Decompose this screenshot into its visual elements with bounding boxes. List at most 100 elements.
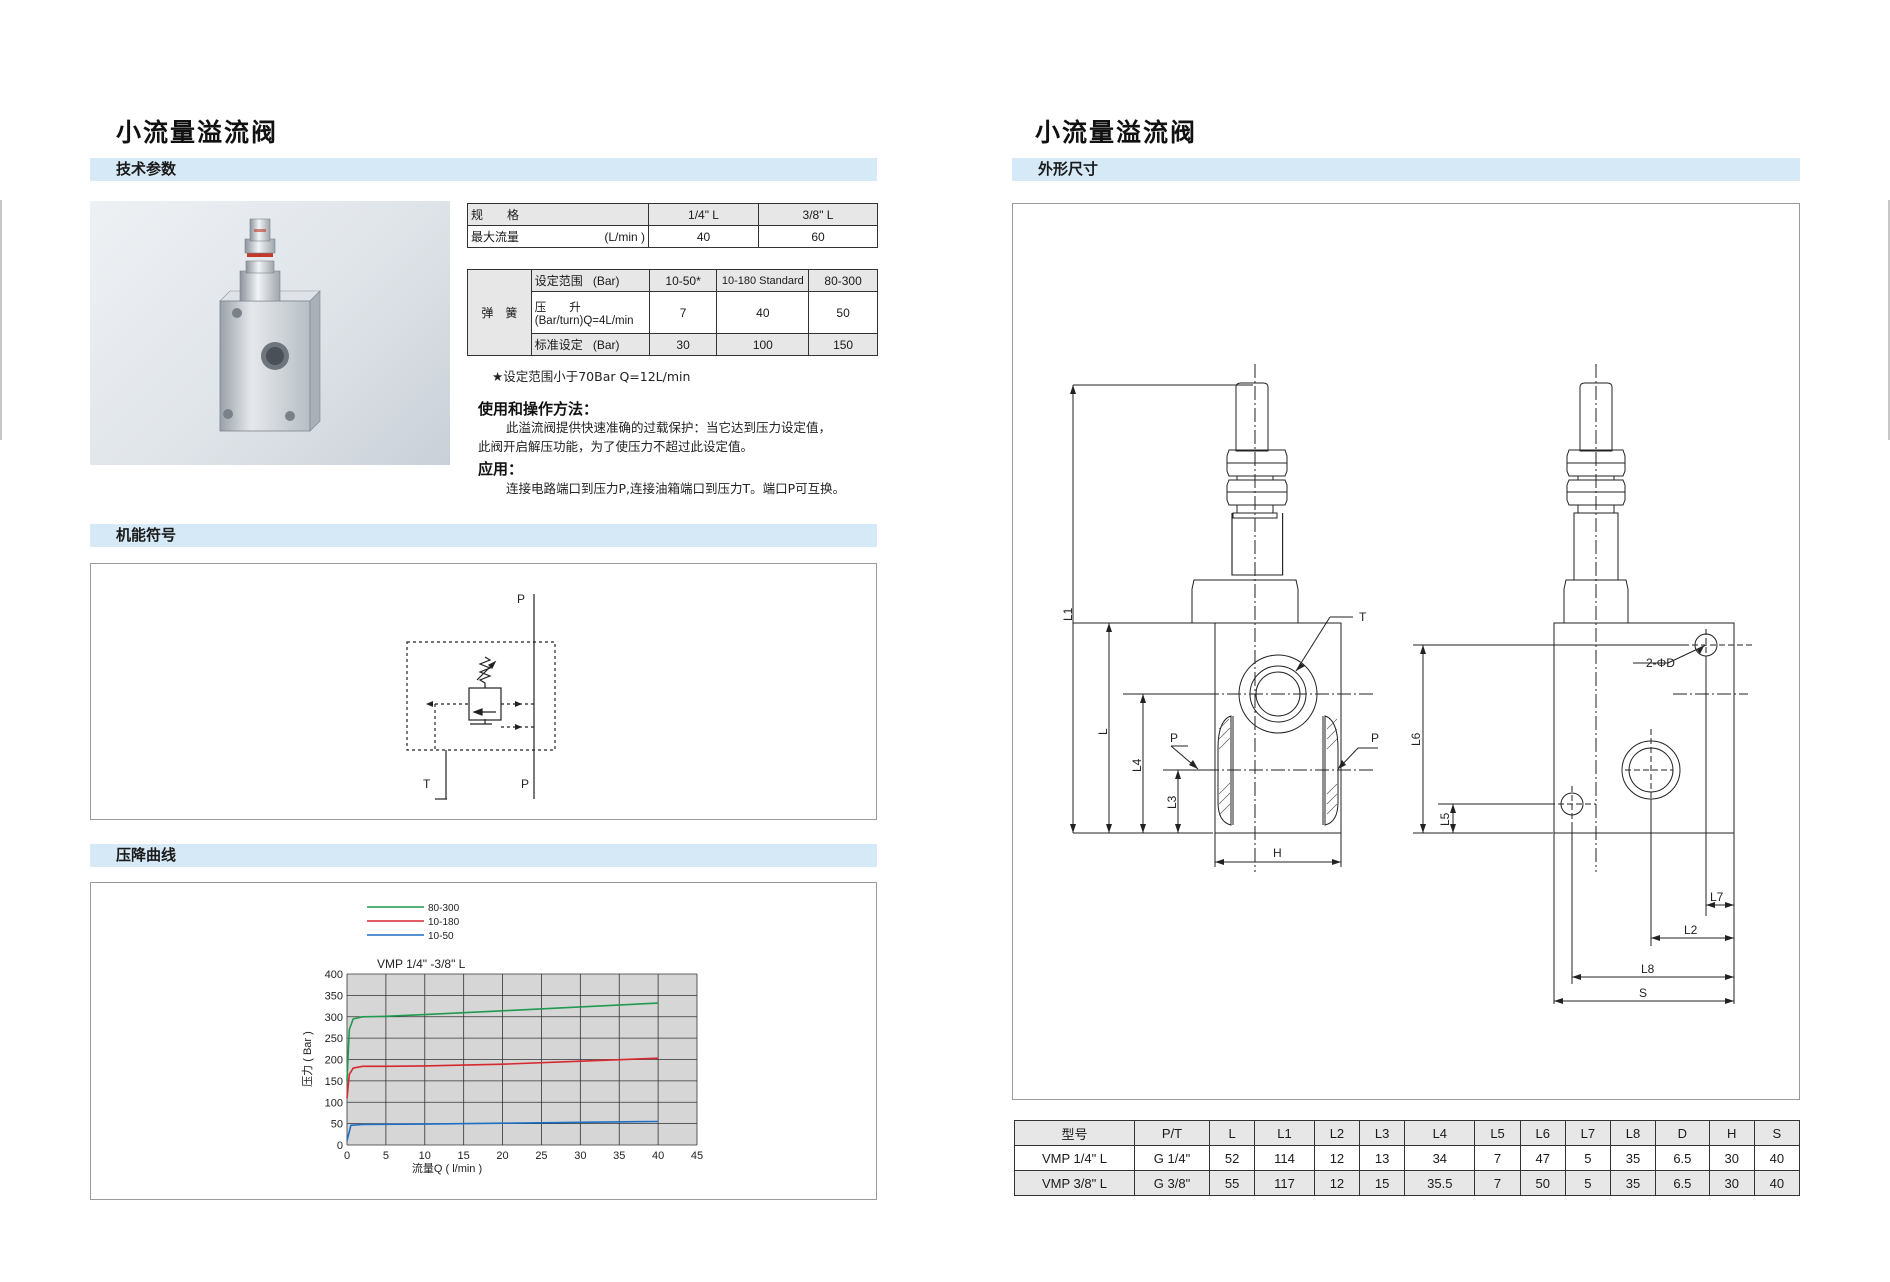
row-label: 标准设定: [534, 338, 583, 352]
table-cell: 50: [808, 291, 878, 334]
dim-label-l4: L4: [1130, 758, 1144, 772]
table-cell: 标准设定 (Bar): [530, 333, 650, 356]
left-page-title: 小流量溢流阀: [116, 118, 279, 147]
y-tick-label: 150: [325, 1076, 343, 1088]
apply-text: 连接电路端口到压力P,连接油箱端口到压力T。端口P可互换。: [506, 481, 846, 496]
spec-table: 规 格 1/4" L 3/8" L 最大流量 (L/min ) 40 60: [467, 203, 878, 248]
table-header-cell: P/T: [1134, 1120, 1210, 1146]
table-row: 最大流量 (L/min ) 40 60: [467, 225, 878, 248]
table-cell: 7: [648, 291, 718, 334]
table-cell: 114: [1254, 1145, 1315, 1171]
x-tick-label: 25: [535, 1150, 547, 1162]
dim-label-l5: L5: [1438, 812, 1452, 826]
table-cell: VMP 1/4" L: [1014, 1145, 1135, 1171]
symbol-label-p-bottom: P: [521, 777, 529, 791]
table-header-cell: H: [1708, 1120, 1755, 1146]
usage-line-1: 此溢流阀提供快速准确的过载保护：当它达到压力设定值，: [506, 420, 832, 435]
table-cell: G 3/8": [1134, 1170, 1210, 1196]
x-tick-label: 10: [419, 1150, 431, 1162]
row-label: 设定范围: [534, 274, 583, 288]
table-cell: 1/4" L: [648, 203, 759, 226]
drawing-frame: L1 L L4 L3 H T P P 2-ΦD L6 L5 L7 L2 L8 S: [1012, 203, 1800, 1100]
table-cell: 设定范围 (Bar): [530, 269, 650, 292]
symbol-frame: P P T: [90, 563, 877, 820]
table-cell: 30: [1708, 1145, 1755, 1171]
pressure-drop-chart: 0 5 10 15 20 25 30 35 40 45 0 50 100 150 200 250 300 350 4…: [301, 903, 703, 1175]
table-cell: 34: [1404, 1145, 1476, 1171]
y-tick-label: 400: [325, 969, 343, 981]
table-header-cell: L3: [1358, 1120, 1406, 1146]
section-pressure-curve: 压降曲线: [90, 844, 877, 867]
table-cell: 150: [808, 333, 878, 356]
table-cell: 12: [1313, 1145, 1361, 1171]
page-edge-mark: [0, 200, 2, 440]
table-row: VMP 3/8" L G 3/8" 55 117 12 15 35.5 7 50…: [1014, 1170, 1801, 1196]
table-cell: 5: [1564, 1145, 1611, 1171]
table-header-cell: L2: [1313, 1120, 1361, 1146]
x-tick-label: 40: [652, 1150, 664, 1162]
y-tick-label: 250: [325, 1033, 343, 1045]
table-cell: 10-180 Standard: [716, 269, 810, 292]
x-tick-label: 15: [458, 1150, 470, 1162]
table-cell: 35.5: [1404, 1170, 1476, 1196]
table-cell: 40: [1753, 1170, 1801, 1196]
legend-label: 80-300: [428, 903, 460, 914]
dim-label-l3: L3: [1165, 795, 1179, 809]
table-header-cell: L5: [1474, 1120, 1521, 1146]
x-tick-label: 0: [344, 1150, 350, 1162]
dim-label-phid: 2-ΦD: [1646, 656, 1675, 670]
dimension-drawing: L1 L L4 L3 H T P P 2-ΦD L6 L5 L7 L2 L8 S: [1061, 364, 1755, 1004]
table-row: 规 格 1/4" L 3/8" L: [467, 203, 878, 226]
table-cell: 6.5: [1655, 1145, 1710, 1171]
symbol-label-p-top: P: [517, 592, 525, 606]
table-cell: 52: [1208, 1145, 1256, 1171]
table-cell: 60: [758, 225, 878, 248]
symbol-boundary: [406, 641, 556, 751]
table-header-cell: S: [1753, 1120, 1801, 1146]
table-cell: G 1/4": [1134, 1145, 1210, 1171]
x-tick-label: 35: [613, 1150, 625, 1162]
table-cell: 47: [1519, 1145, 1566, 1171]
legend-label: 10-180: [428, 917, 460, 928]
hydraulic-symbol: P P T: [406, 592, 556, 800]
table-cell: 30: [1708, 1170, 1755, 1196]
table-cell: 35: [1609, 1170, 1657, 1196]
dim-label-l: L: [1096, 728, 1110, 735]
table-cell: 55: [1208, 1170, 1256, 1196]
table-header-cell: L8: [1609, 1120, 1657, 1146]
side-view: [1413, 364, 1755, 1004]
table-cell: (L/min ): [564, 225, 650, 248]
table-cell: 100: [716, 333, 810, 356]
table-cell: 50: [1519, 1170, 1566, 1196]
dim-label-l1: L1: [1061, 607, 1075, 621]
dim-label-l6: L6: [1409, 732, 1423, 746]
usage-heading: 使用和操作方法：: [478, 400, 599, 418]
table-header-cell: L6: [1519, 1120, 1566, 1146]
y-tick-label: 0: [337, 1140, 343, 1152]
apply-heading: 应用：: [478, 460, 524, 478]
table-cell: 80-300: [808, 269, 878, 292]
dim-label-l8: L8: [1641, 962, 1655, 976]
table-cell: 7: [1474, 1145, 1521, 1171]
table-cell: 7: [1474, 1170, 1521, 1196]
table-cell: 压 升 (Bar/turn)Q=4L/min: [530, 291, 650, 334]
product-photo: [90, 201, 450, 465]
chart-title: VMP 1/4" -3/8" L: [377, 957, 466, 971]
table-cell: 40: [1753, 1145, 1801, 1171]
table-header-cell: L: [1208, 1120, 1256, 1146]
table-row: 型号 P/T L L1 L2 L3 L4 L5 L6 L7 L8 D H S: [1014, 1120, 1801, 1146]
row-unit: (Bar/turn)Q=4L/min: [534, 314, 634, 327]
y-tick-label: 200: [325, 1055, 343, 1067]
table-cell: 3/8" L: [758, 203, 878, 226]
right-page-title: 小流量溢流阀: [1035, 118, 1198, 147]
valve-box: [468, 687, 502, 721]
dim-label-h: H: [1273, 846, 1282, 860]
section-tech-params: 技术参数: [90, 158, 877, 181]
x-tick-label: 45: [691, 1150, 703, 1162]
dimension-table: 型号 P/T L L1 L2 L3 L4 L5 L6 L7 L8 D H S V…: [1014, 1120, 1801, 1196]
table-cell: 最大流量: [467, 225, 565, 248]
dim-label-p-right: P: [1371, 731, 1379, 745]
table-cell: 40: [648, 225, 759, 248]
y-tick-label: 50: [331, 1119, 343, 1131]
y-axis-label: 压力 ( Bar ): [301, 1031, 314, 1087]
